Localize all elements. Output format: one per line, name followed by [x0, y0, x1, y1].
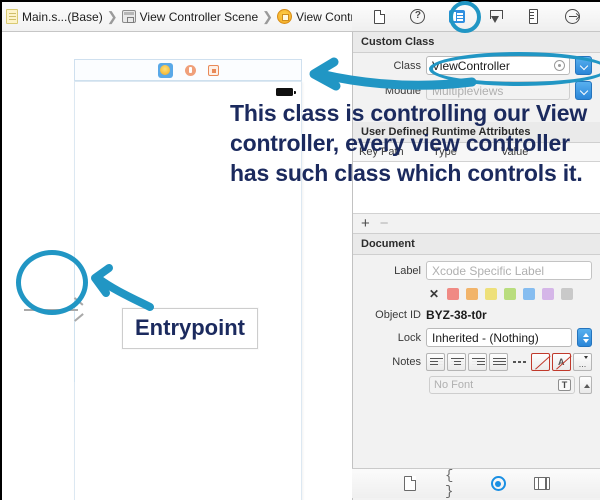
- notes-label: Notes: [353, 356, 421, 368]
- clear-color-icon[interactable]: ✕: [429, 287, 439, 301]
- attributes-icon: [489, 10, 502, 24]
- document-label-input[interactable]: Xcode Specific Label: [426, 261, 592, 280]
- question-icon: ?: [410, 9, 425, 24]
- connections-inspector-button[interactable]: [562, 7, 584, 27]
- arrow-circle-right-icon: [565, 9, 580, 24]
- font-row: No Font T: [353, 374, 600, 398]
- color-swatch-blue[interactable]: [523, 288, 535, 300]
- ruler-icon: [529, 9, 538, 24]
- film-strip-icon: [534, 477, 550, 490]
- align-right-button[interactable]: [468, 353, 487, 371]
- breadcrumb-item-scene[interactable]: View Controller Scene: [122, 10, 259, 24]
- class-dropdown-button[interactable]: [575, 56, 592, 75]
- code-snippet-button[interactable]: { }: [445, 475, 463, 493]
- color-swatch-yellow[interactable]: [485, 288, 497, 300]
- scene-dock: [74, 59, 302, 81]
- storyboard-file-icon: [6, 9, 18, 24]
- color-swatch-orange[interactable]: [466, 288, 478, 300]
- exit-dock-icon[interactable]: [208, 65, 219, 76]
- xcode-interface-builder-window: Main.s...(Base) ❯ View Controller Scene …: [0, 0, 600, 500]
- library-selector-bar: { }: [352, 468, 600, 498]
- align-left-button[interactable]: [426, 353, 445, 371]
- document-label-label: Label: [353, 265, 421, 277]
- lock-stepper-button[interactable]: [577, 328, 592, 347]
- lock-select[interactable]: Inherited - (Nothing): [426, 328, 572, 347]
- custom-class-section-title: Custom Class: [353, 32, 600, 53]
- media-library-button[interactable]: [533, 475, 551, 493]
- scene-icon: [122, 10, 136, 23]
- label-field-row: Label Xcode Specific Label: [353, 255, 600, 283]
- more-options-button[interactable]: ...: [573, 353, 592, 371]
- breadcrumb: Main.s...(Base) ❯ View Controller Scene …: [2, 2, 352, 32]
- inspector-selector-toolbar: ?: [352, 2, 600, 32]
- color-swatch-purple[interactable]: [542, 288, 554, 300]
- file-inspector-button[interactable]: [368, 7, 390, 27]
- breadcrumb-item-label: Main.s...(Base): [22, 10, 103, 24]
- no-text-color-button[interactable]: [531, 353, 550, 371]
- view-controller-icon: [277, 9, 292, 24]
- file-icon: [374, 10, 385, 24]
- breadcrumb-item-label: View Controller Scene: [140, 10, 259, 24]
- entry-point-arrow-icon: [24, 309, 82, 311]
- notes-row: Notes A ...: [353, 350, 600, 374]
- object-library-button[interactable]: [489, 475, 507, 493]
- class-input-clear-icon[interactable]: [554, 60, 565, 71]
- align-justify-button[interactable]: [489, 353, 508, 371]
- class-label: Class: [353, 60, 421, 72]
- class-field-row: Class ViewController: [353, 53, 600, 78]
- object-id-row: Object ID BYZ-38-t0r: [353, 305, 600, 325]
- first-responder-dock-icon[interactable]: [185, 65, 196, 76]
- align-center-button[interactable]: [447, 353, 466, 371]
- quick-help-inspector-button[interactable]: ?: [407, 7, 429, 27]
- module-label: Module: [353, 85, 421, 97]
- color-swatch-green[interactable]: [504, 288, 516, 300]
- file-icon: [404, 476, 416, 491]
- attributes-inspector-button[interactable]: [484, 7, 506, 27]
- circle-target-icon: [491, 476, 506, 491]
- label-color-swatches: ✕: [353, 283, 600, 305]
- font-field[interactable]: No Font T: [429, 376, 575, 394]
- font-picker-icon[interactable]: T: [558, 379, 571, 391]
- class-input[interactable]: ViewController: [426, 56, 570, 75]
- size-inspector-button[interactable]: [523, 7, 545, 27]
- remove-attribute-button[interactable]: −: [380, 215, 389, 232]
- color-swatch-red[interactable]: [447, 288, 459, 300]
- dashes-icon[interactable]: [510, 353, 529, 371]
- annotation-class-note: This class is controlling our View contr…: [230, 98, 600, 188]
- breadcrumb-separator-icon: ❯: [261, 9, 274, 25]
- font-placeholder: No Font: [434, 379, 473, 391]
- annotation-entrypoint-label: Entrypoint: [122, 308, 258, 349]
- color-swatch-gray[interactable]: [561, 288, 573, 300]
- class-input-value: ViewController: [432, 59, 510, 73]
- no-text-style-button[interactable]: A: [552, 353, 571, 371]
- runtime-attributes-actions: + −: [353, 214, 600, 234]
- document-section-title: Document: [353, 234, 600, 255]
- add-attribute-button[interactable]: +: [361, 215, 370, 232]
- battery-icon: [276, 88, 293, 96]
- view-controller-dock-icon[interactable]: [158, 63, 173, 78]
- object-id-value: BYZ-38-t0r: [426, 308, 487, 322]
- document-outline-button[interactable]: [401, 475, 419, 493]
- lock-row: Lock Inherited - (Nothing): [353, 325, 600, 350]
- notes-toolbar: A ...: [426, 353, 592, 371]
- identity-inspector-button[interactable]: [446, 7, 468, 27]
- lock-label: Lock: [353, 332, 421, 344]
- font-size-stepper[interactable]: [579, 376, 592, 394]
- breadcrumb-item-storyboard[interactable]: Main.s...(Base): [6, 9, 103, 24]
- canvas-guide-line: [74, 252, 75, 382]
- object-id-label: Object ID: [353, 309, 421, 321]
- identity-card-icon: [449, 10, 465, 23]
- breadcrumb-separator-icon: ❯: [106, 9, 119, 25]
